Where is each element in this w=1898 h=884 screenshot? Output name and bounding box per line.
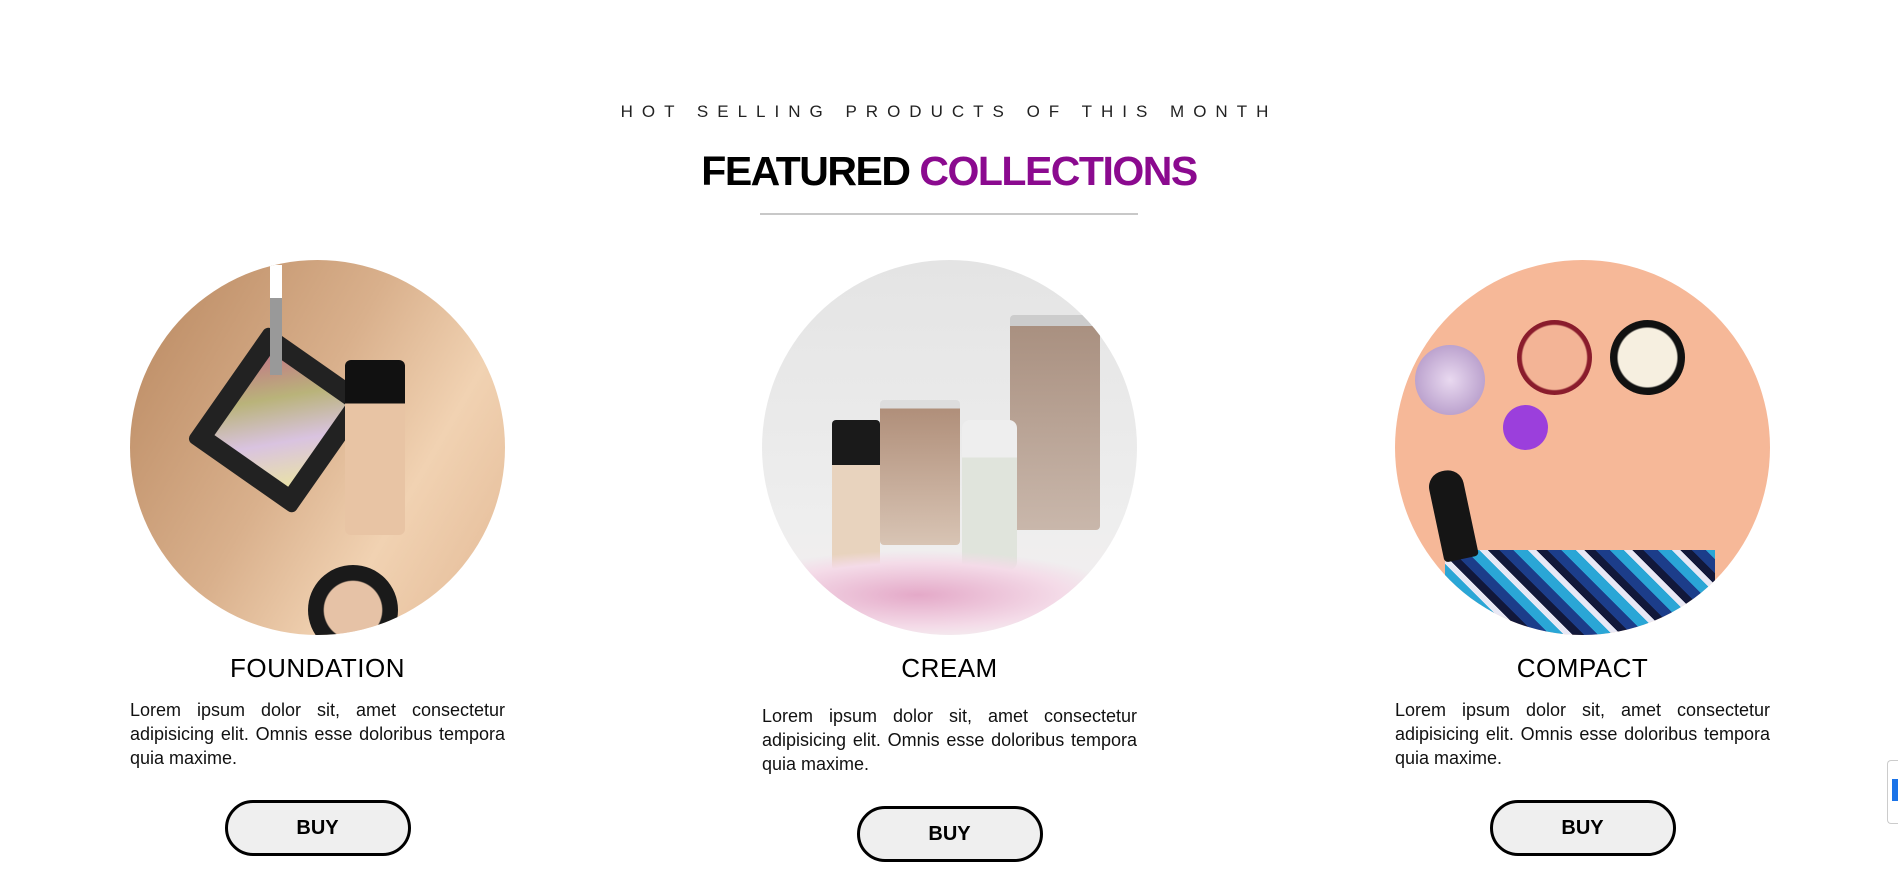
product-description: Lorem ipsum dolor sit, amet consectetur …: [762, 706, 1137, 774]
compact-image: [1395, 260, 1770, 635]
product-card-compact: COMPACT Lorem ipsum dolor sit, amet cons…: [1395, 260, 1770, 856]
title-part-1: FEATURED: [701, 148, 911, 194]
product-card-cream: CREAM Lorem ipsum dolor sit, amet consec…: [762, 260, 1137, 862]
product-card-foundation: FOUNDATION Lorem ipsum dolor sit, amet c…: [130, 260, 505, 856]
cream-image: [762, 260, 1137, 635]
recaptcha-badge-icon[interactable]: [1887, 760, 1898, 824]
buy-button[interactable]: BUY: [1489, 800, 1676, 856]
product-title: COMPACT: [1516, 653, 1649, 683]
title-divider: [760, 213, 1138, 215]
product-description: Lorem ipsum dolor sit, amet consectetur …: [130, 700, 505, 768]
buy-button[interactable]: BUY: [856, 806, 1043, 862]
product-description: Lorem ipsum dolor sit, amet consectetur …: [1395, 700, 1770, 768]
product-title: CREAM: [901, 653, 998, 683]
section-subtitle: HOT SELLING PRODUCTS OF THIS MONTH: [620, 102, 1278, 121]
buy-button[interactable]: BUY: [224, 800, 411, 856]
foundation-image: [130, 260, 505, 635]
title-part-2: COLLECTIONS: [919, 148, 1198, 194]
product-title: FOUNDATION: [230, 653, 405, 683]
section-title: FEATURED COLLECTIONS: [0, 148, 1898, 195]
